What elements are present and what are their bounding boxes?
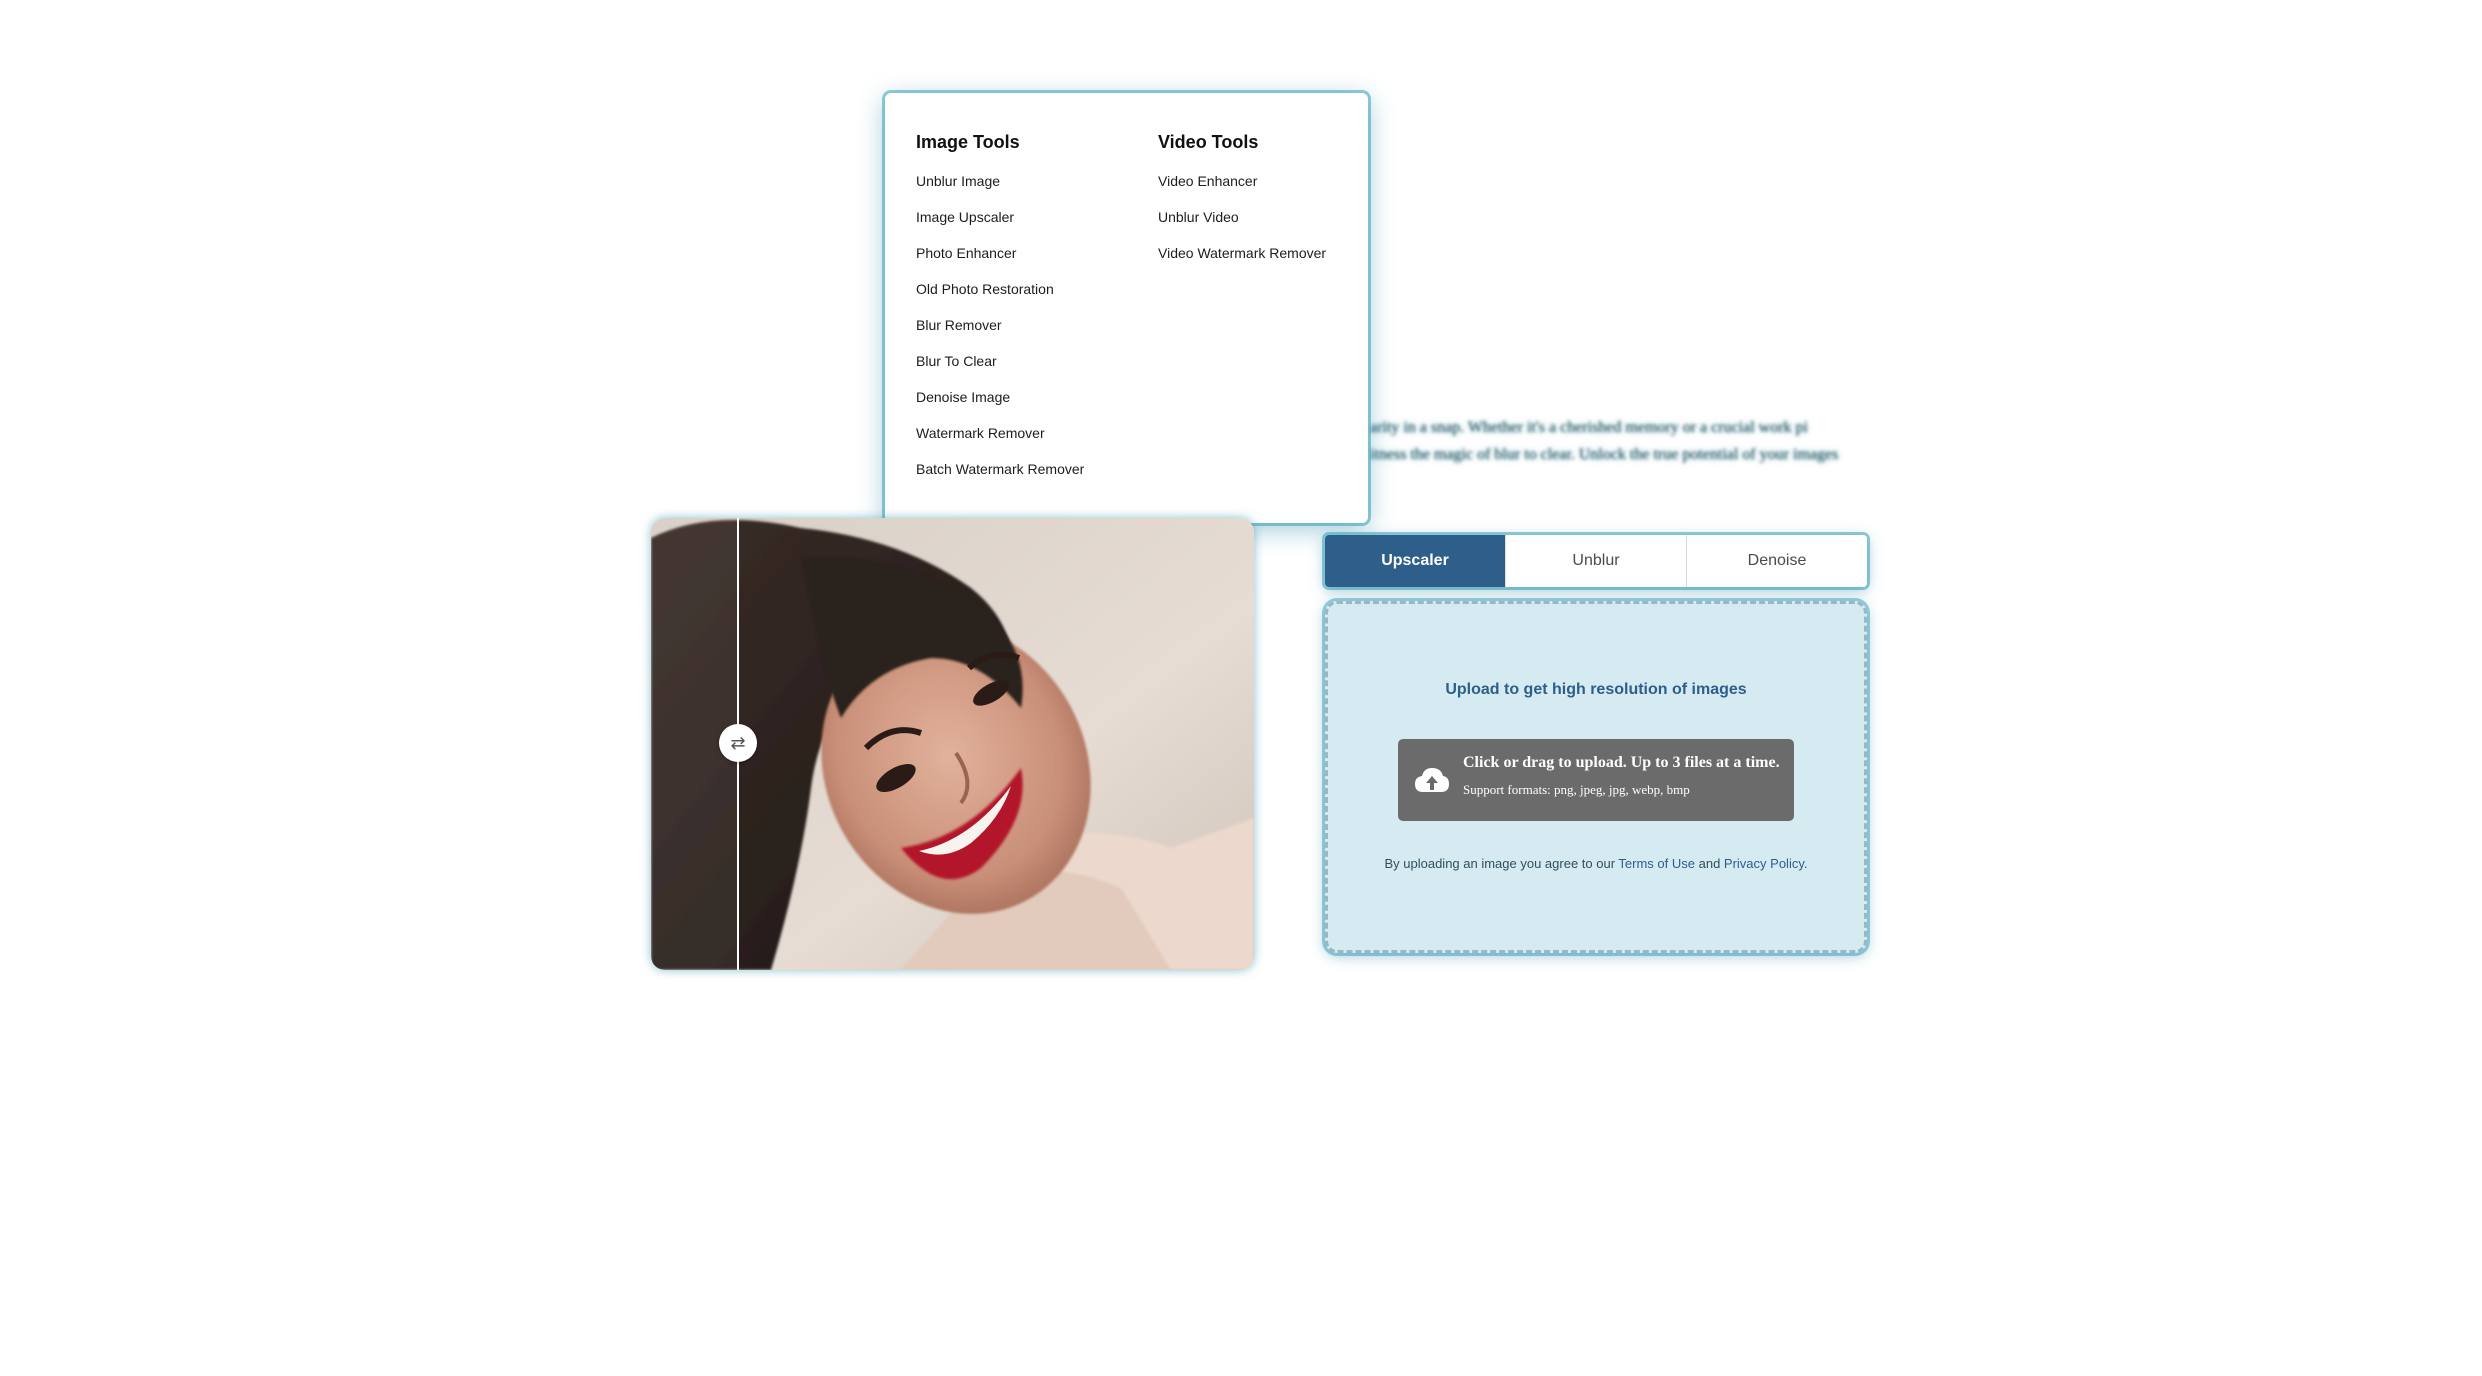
cloud-upload-icon — [1415, 768, 1449, 792]
menu-item-batch-watermark-remover[interactable]: Batch Watermark Remover — [916, 460, 1158, 496]
menu-item-photo-enhancer[interactable]: Photo Enhancer — [916, 244, 1158, 280]
menu-item-watermark-remover[interactable]: Watermark Remover — [916, 424, 1158, 460]
privacy-policy-link[interactable]: Privacy Policy — [1724, 856, 1804, 871]
background-line: itness the magic of blur to clear. Unloc… — [1370, 446, 1839, 463]
terms-and: and — [1695, 856, 1724, 871]
tool-tabs: Upscaler Unblur Denoise — [1325, 535, 1867, 587]
tab-upscaler[interactable]: Upscaler — [1325, 535, 1505, 587]
upload-dropzone[interactable]: Upload to get high resolution of images … — [1325, 601, 1867, 953]
upload-button-label: Click or drag to upload. Up to 3 files a… — [1463, 754, 1780, 771]
background-paragraph: arity in a snap. Whether it's a cherishe… — [1370, 414, 1910, 468]
upload-formats: Support formats: png, jpeg, jpg, webp, b… — [1463, 782, 1690, 797]
video-tools-column: Video Tools Video Enhancer Unblur Video … — [1158, 131, 1358, 523]
background-line: arity in a snap. Whether it's a cherishe… — [1370, 419, 1808, 436]
menu-item-video-watermark-remover[interactable]: Video Watermark Remover — [1158, 244, 1358, 280]
menu-item-denoise-image[interactable]: Denoise Image — [916, 388, 1158, 424]
menu-item-unblur-image[interactable]: Unblur Image — [916, 172, 1158, 208]
menu-item-unblur-video[interactable]: Unblur Video — [1158, 208, 1358, 244]
menu-item-old-photo-restoration[interactable]: Old Photo Restoration — [916, 280, 1158, 316]
menu-item-blur-to-clear[interactable]: Blur To Clear — [916, 352, 1158, 388]
tab-denoise[interactable]: Denoise — [1686, 535, 1867, 587]
before-after-compare[interactable]: ⇄ — [651, 518, 1254, 970]
terms-suffix: . — [1803, 856, 1808, 871]
menu-item-image-upscaler[interactable]: Image Upscaler — [916, 208, 1158, 244]
upload-title: Upload to get high resolution of images — [1445, 681, 1747, 698]
upload-button[interactable]: Click or drag to upload. Up to 3 files a… — [1398, 739, 1794, 821]
image-tools-heading: Image Tools — [916, 132, 1020, 152]
upload-terms: By uploading an image you agree to our T… — [1328, 856, 1864, 871]
tools-dropdown-menu: Image Tools Unblur Image Image Upscaler … — [885, 93, 1368, 523]
swap-arrows-icon[interactable]: ⇄ — [719, 724, 757, 762]
page: arity in a snap. Whether it's a cherishe… — [0, 0, 2482, 1376]
video-tools-heading: Video Tools — [1158, 132, 1259, 152]
terms-prefix: By uploading an image you agree to our — [1384, 856, 1619, 871]
menu-item-video-enhancer[interactable]: Video Enhancer — [1158, 172, 1358, 208]
tab-unblur[interactable]: Unblur — [1505, 535, 1686, 587]
image-tools-column: Image Tools Unblur Image Image Upscaler … — [916, 131, 1158, 523]
menu-item-blur-remover[interactable]: Blur Remover — [916, 316, 1158, 352]
terms-of-use-link[interactable]: Terms of Use — [1618, 856, 1695, 871]
